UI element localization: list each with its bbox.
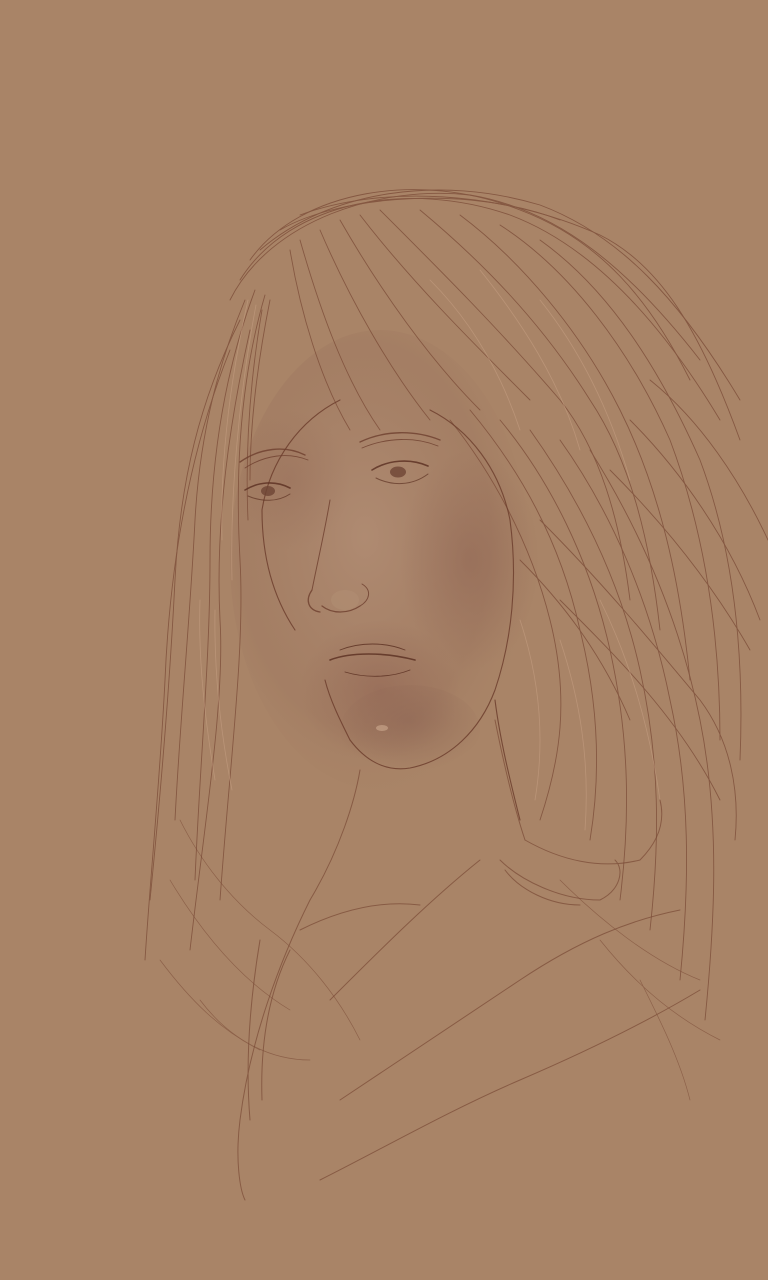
portrait-sketch <box>0 0 768 1280</box>
sketch-canvas <box>0 0 768 1280</box>
